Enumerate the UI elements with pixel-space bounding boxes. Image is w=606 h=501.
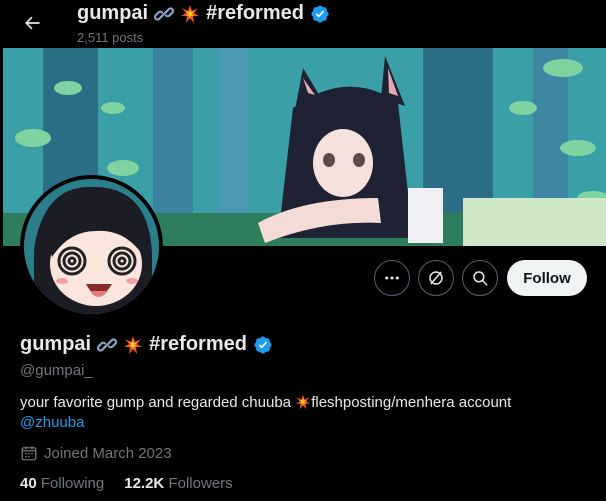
profile-bio: your favorite gump and regarded chuuba f… bbox=[20, 393, 590, 433]
profile-avatar[interactable] bbox=[20, 175, 163, 318]
back-button[interactable] bbox=[16, 7, 48, 39]
post-count: 2,511 posts bbox=[77, 30, 144, 45]
verified-badge-icon bbox=[254, 335, 272, 354]
chain-link-emoji-icon bbox=[154, 6, 175, 21]
header-tag: #reformed bbox=[206, 2, 304, 24]
header-name: gumpai #reformed bbox=[77, 2, 330, 25]
bio-mention-link[interactable]: @zhuuba bbox=[20, 414, 84, 431]
following-count: 40 bbox=[20, 475, 37, 492]
profile-display-name: gumpai bbox=[20, 333, 92, 355]
joined-date: Joined March 2023 bbox=[20, 444, 172, 462]
header-display-name: gumpai bbox=[77, 2, 149, 24]
follow-button[interactable]: Follow bbox=[507, 260, 587, 296]
collision-emoji-icon bbox=[295, 394, 311, 410]
followers-count: 12.2K bbox=[124, 475, 165, 492]
following-link[interactable]: 40 Following bbox=[20, 475, 104, 492]
back-arrow-icon bbox=[25, 16, 40, 30]
profile-name-row: gumpai #reformed bbox=[20, 333, 273, 356]
calendar-icon bbox=[21, 446, 37, 461]
verified-badge-icon bbox=[311, 4, 329, 23]
profile-handle: @gumpai_ bbox=[20, 362, 93, 379]
followers-link[interactable]: 12.2K Followers bbox=[124, 475, 232, 492]
more-button[interactable] bbox=[374, 260, 410, 296]
following-label: Following bbox=[40, 475, 105, 492]
followers-label: Followers bbox=[168, 475, 233, 492]
slash-circle-icon bbox=[429, 271, 443, 285]
top-header: gumpai #reformed 2,511 posts bbox=[0, 0, 606, 48]
joined-text: Joined March 2023 bbox=[44, 444, 172, 462]
bio-text-2: fleshposting/menhera account bbox=[311, 394, 512, 411]
avatar-image bbox=[24, 179, 159, 314]
profile-tag: #reformed bbox=[149, 333, 247, 355]
collision-emoji-icon bbox=[181, 4, 200, 23]
collision-emoji-icon bbox=[124, 335, 143, 354]
search-button[interactable] bbox=[462, 260, 498, 296]
follow-stats: 40 Following 12.2K Followers bbox=[20, 475, 233, 492]
grok-button[interactable] bbox=[418, 260, 454, 296]
chain-link-emoji-icon bbox=[97, 337, 118, 352]
search-icon bbox=[473, 271, 488, 286]
more-icon bbox=[385, 276, 399, 280]
bio-text: your favorite gump and regarded chuuba bbox=[20, 394, 292, 411]
